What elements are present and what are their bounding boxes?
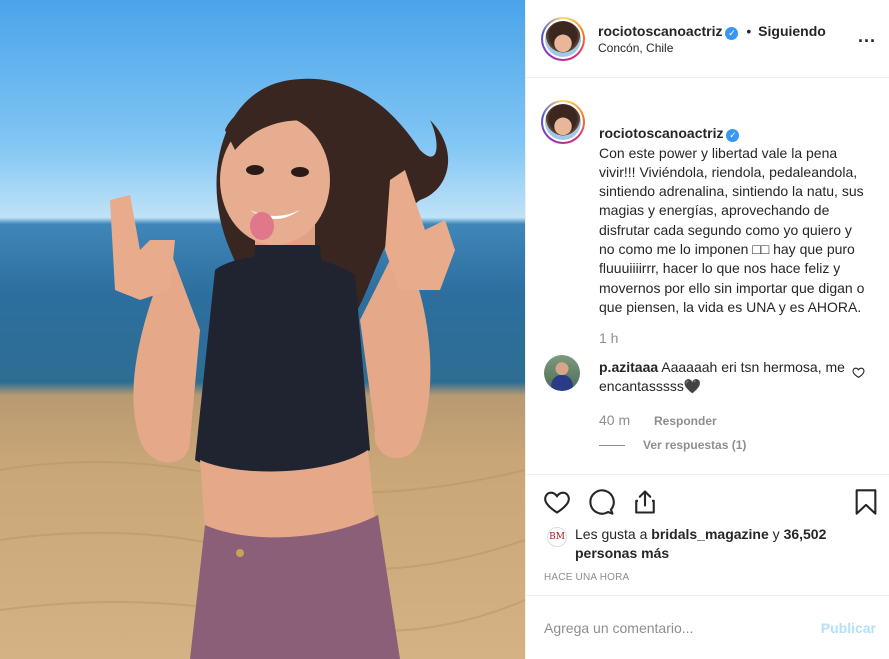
post-photo[interactable] bbox=[0, 0, 525, 659]
caption-text: rociotoscanoactriz ✓ Con este power y lib… bbox=[599, 105, 871, 317]
comment-input[interactable]: Agrega un comentario... bbox=[544, 620, 693, 636]
author-line: rociotoscanoactriz ✓ • Siguiendo bbox=[598, 23, 826, 40]
follow-status-button[interactable]: Siguiendo bbox=[758, 23, 826, 39]
liker-avatar[interactable]: BM bbox=[547, 527, 567, 547]
replies-divider bbox=[599, 445, 625, 446]
likes-prefix: Les gusta a bbox=[575, 526, 652, 542]
reply-button[interactable]: Responder bbox=[654, 414, 717, 428]
heart-icon[interactable] bbox=[543, 488, 571, 516]
caption-username[interactable]: rociotoscanoactriz bbox=[599, 125, 723, 141]
separator-dot: • bbox=[746, 23, 752, 39]
caption-avatar[interactable] bbox=[541, 100, 585, 144]
likes-summary: Les gusta a bridals_magazine y 36,502 pe… bbox=[575, 525, 835, 563]
comment-icon[interactable] bbox=[587, 488, 615, 516]
commenter-avatar[interactable] bbox=[544, 355, 580, 391]
publish-button[interactable]: Publicar bbox=[821, 620, 876, 636]
commenter-username[interactable]: p.azitaaa bbox=[599, 359, 658, 375]
photo-illustration bbox=[0, 78, 525, 659]
likes-middle: y bbox=[768, 526, 784, 542]
bookmark-icon[interactable] bbox=[854, 488, 878, 516]
author-username[interactable]: rociotoscanoactriz bbox=[598, 23, 722, 39]
comment-text: p.azitaaa Aaaaaah eri tsn hermosa, me en… bbox=[599, 358, 854, 396]
comment-time: 40 m bbox=[599, 412, 631, 428]
add-comment-bar: Agrega un comentario... Publicar bbox=[526, 595, 889, 659]
author-avatar[interactable] bbox=[541, 17, 585, 61]
more-options-icon[interactable]: ... bbox=[858, 26, 876, 47]
caption-body: Con este power y libertad vale la pena v… bbox=[599, 144, 865, 315]
liker-username[interactable]: bridals_magazine bbox=[651, 526, 769, 542]
view-replies-button[interactable]: Ver respuestas (1) bbox=[643, 438, 746, 452]
share-icon[interactable] bbox=[631, 488, 659, 516]
post-header: rociotoscanoactriz ✓ • Siguiendo Concón, … bbox=[526, 0, 889, 78]
post-panel: rociotoscanoactriz ✓ • Siguiendo Concón, … bbox=[525, 0, 889, 659]
caption-time: 1 h bbox=[599, 330, 619, 346]
verified-badge-icon: ✓ bbox=[725, 27, 739, 40]
heart-small-icon[interactable] bbox=[852, 366, 865, 379]
post-location[interactable]: Concón, Chile bbox=[598, 41, 673, 55]
post-timestamp[interactable]: HACE UNA HORA bbox=[544, 572, 629, 583]
verified-badge-icon: ✓ bbox=[726, 129, 740, 143]
post-actions: BM Les gusta a bridals_magazine y 36,502… bbox=[526, 474, 889, 594]
